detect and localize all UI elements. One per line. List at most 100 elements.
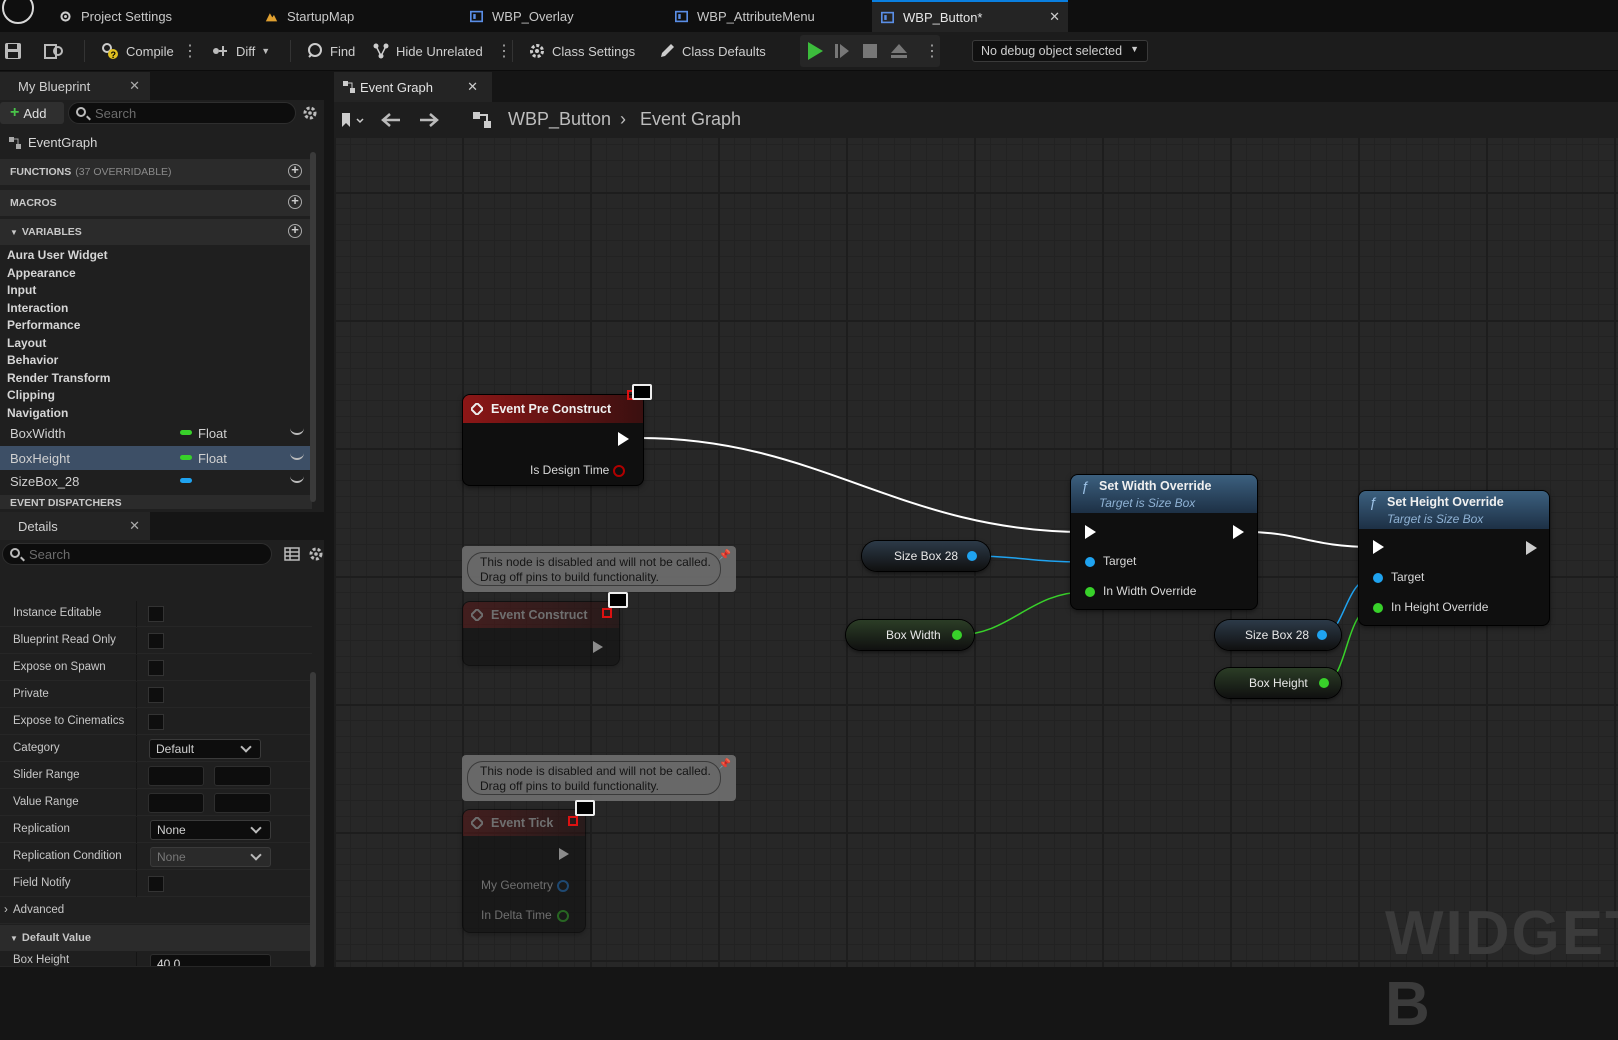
gear-icon[interactable] bbox=[302, 105, 318, 121]
details-scrollbar[interactable] bbox=[310, 672, 316, 967]
tab-event-graph[interactable]: Event Graph ✕ bbox=[334, 72, 492, 102]
more-options-icon[interactable]: ⋮ bbox=[496, 41, 512, 61]
browse-icon[interactable] bbox=[44, 42, 64, 60]
my-blueprint-scrollbar[interactable] bbox=[310, 152, 316, 502]
play-icon[interactable] bbox=[806, 41, 824, 61]
find-button[interactable]: Find bbox=[306, 32, 355, 70]
eye-closed-icon[interactable] bbox=[290, 427, 304, 435]
category-input[interactable]: Input bbox=[7, 283, 36, 297]
category-appearance[interactable]: Appearance bbox=[7, 266, 76, 280]
gear-icon[interactable] bbox=[308, 546, 324, 562]
add-variable-icon[interactable]: + bbox=[288, 223, 302, 238]
add-button[interactable]: + Add bbox=[0, 102, 64, 124]
pin-icon[interactable]: 📌 bbox=[719, 759, 731, 770]
eject-icon[interactable] bbox=[890, 43, 908, 59]
variables-section[interactable]: ▼ VARIABLES + bbox=[0, 219, 312, 245]
float-out-pin[interactable] bbox=[1319, 678, 1329, 688]
geometry-out-pin[interactable] bbox=[557, 880, 569, 892]
replication-combo[interactable]: None bbox=[150, 820, 271, 840]
more-options-icon[interactable]: ⋮ bbox=[182, 41, 198, 61]
category-performance[interactable]: Performance bbox=[7, 318, 80, 332]
breadcrumb-graph[interactable]: Event Graph bbox=[640, 109, 741, 130]
target-pin[interactable] bbox=[1373, 573, 1383, 583]
expose-on-spawn-checkbox[interactable] bbox=[148, 660, 164, 676]
exec-out-pin[interactable] bbox=[559, 848, 569, 860]
diff-button[interactable]: Diff ▼ bbox=[212, 32, 270, 70]
blueprint-read-only-checkbox[interactable] bbox=[148, 633, 164, 649]
get-sizebox28-node[interactable]: Size Box 28 bbox=[1215, 620, 1341, 650]
get-boxwidth-node[interactable]: Box Width bbox=[846, 620, 974, 650]
category-behavior[interactable]: Behavior bbox=[7, 353, 58, 367]
event-tick-node[interactable]: Event Tick My Geometry In Delta Time bbox=[463, 810, 585, 932]
set-height-override-node[interactable]: ƒ Set Height Override Target is Size Box… bbox=[1359, 491, 1549, 625]
close-icon[interactable]: ✕ bbox=[129, 78, 140, 94]
private-checkbox[interactable] bbox=[148, 687, 164, 703]
default-value-section[interactable]: ▼ Default Value bbox=[0, 925, 312, 951]
target-pin[interactable] bbox=[1085, 557, 1095, 567]
eye-closed-icon[interactable] bbox=[290, 452, 304, 460]
tab-wbp-attributemenu[interactable]: WBP_AttributeMenu bbox=[674, 0, 815, 32]
class-defaults-button[interactable]: Class Defaults bbox=[658, 32, 766, 70]
event-dispatchers-section[interactable]: EVENT DISPATCHERS bbox=[0, 495, 312, 509]
variable-row-boxheight[interactable]: BoxHeight Float bbox=[0, 446, 312, 470]
eye-closed-icon[interactable] bbox=[290, 475, 304, 483]
exec-out-pin[interactable] bbox=[1233, 525, 1244, 539]
get-sizebox28-node[interactable]: Size Box 28 bbox=[862, 541, 990, 571]
slider-range-min[interactable] bbox=[148, 766, 204, 786]
forward-arrow-icon[interactable] bbox=[418, 111, 440, 129]
tab-startupmap[interactable]: StartupMap bbox=[264, 0, 354, 32]
float-out-pin[interactable] bbox=[557, 910, 569, 922]
breadcrumb-blueprint[interactable]: WBP_Button bbox=[508, 109, 611, 130]
get-boxheight-node[interactable]: Box Height bbox=[1215, 668, 1341, 698]
float-out-pin[interactable] bbox=[952, 630, 962, 640]
details-search[interactable]: Search bbox=[2, 543, 272, 565]
unreal-logo[interactable] bbox=[2, 0, 34, 24]
exec-in-pin[interactable] bbox=[1373, 540, 1384, 554]
category-interaction[interactable]: Interaction bbox=[7, 301, 68, 315]
debug-object-select[interactable]: No debug object selected ▼ bbox=[972, 40, 1148, 62]
category-navigation[interactable]: Navigation bbox=[7, 406, 68, 420]
object-out-pin[interactable] bbox=[1317, 630, 1327, 640]
height-override-pin[interactable] bbox=[1373, 603, 1383, 613]
variable-row-sizebox28[interactable]: SizeBox_28 bbox=[0, 469, 312, 493]
close-icon[interactable]: ✕ bbox=[1049, 9, 1060, 25]
set-width-override-node[interactable]: ƒ Set Width Override Target is Size Box … bbox=[1071, 475, 1257, 609]
category-combo[interactable]: Default bbox=[149, 739, 261, 759]
my-blueprint-search[interactable]: Search bbox=[68, 102, 296, 124]
close-icon[interactable]: ✕ bbox=[467, 79, 478, 95]
functions-section[interactable]: FUNCTIONS (37 OVERRIDABLE) + bbox=[0, 159, 312, 185]
add-function-icon[interactable]: + bbox=[288, 163, 302, 178]
exec-in-pin[interactable] bbox=[1085, 525, 1096, 539]
save-icon[interactable] bbox=[4, 42, 22, 60]
replication-condition-combo[interactable]: None bbox=[150, 847, 271, 867]
exec-out-pin[interactable] bbox=[1526, 541, 1537, 555]
width-override-pin[interactable] bbox=[1085, 587, 1095, 597]
more-options-icon[interactable]: ⋮ bbox=[924, 41, 940, 61]
variable-row-boxwidth[interactable]: BoxWidth Float bbox=[0, 421, 312, 445]
stop-icon[interactable] bbox=[863, 44, 877, 58]
value-range-max[interactable] bbox=[214, 793, 271, 813]
property-matrix-icon[interactable] bbox=[284, 546, 300, 562]
step-icon[interactable] bbox=[834, 43, 850, 59]
add-macro-icon[interactable]: + bbox=[288, 194, 302, 209]
category-layout[interactable]: Layout bbox=[7, 336, 46, 350]
pin-icon[interactable]: 📌 bbox=[719, 550, 731, 561]
field-notify-checkbox[interactable] bbox=[148, 876, 164, 892]
tab-wbp-button[interactable]: WBP_Button* ✕ bbox=[872, 0, 1068, 32]
compile-button[interactable]: ? Compile bbox=[100, 32, 174, 70]
event-graph-item[interactable]: EventGraph bbox=[8, 135, 97, 150]
value-range-min[interactable] bbox=[148, 793, 204, 813]
tab-project-settings[interactable]: Project Settings bbox=[58, 0, 172, 32]
class-settings-button[interactable]: Class Settings bbox=[528, 32, 635, 70]
macros-section[interactable]: MACROS + bbox=[0, 190, 312, 216]
instance-editable-checkbox[interactable] bbox=[148, 606, 164, 622]
object-out-pin[interactable] bbox=[967, 551, 977, 561]
bookmark-icon[interactable] bbox=[340, 111, 368, 129]
slider-range-max[interactable] bbox=[214, 766, 271, 786]
box-height-value-field[interactable]: 40.0 bbox=[150, 954, 271, 966]
exec-out-pin[interactable] bbox=[618, 432, 629, 446]
close-icon[interactable]: ✕ bbox=[129, 518, 140, 534]
expose-to-cinematics-checkbox[interactable] bbox=[148, 714, 164, 730]
category-clipping[interactable]: Clipping bbox=[7, 388, 55, 402]
tab-my-blueprint[interactable]: My Blueprint ✕ bbox=[0, 72, 150, 100]
